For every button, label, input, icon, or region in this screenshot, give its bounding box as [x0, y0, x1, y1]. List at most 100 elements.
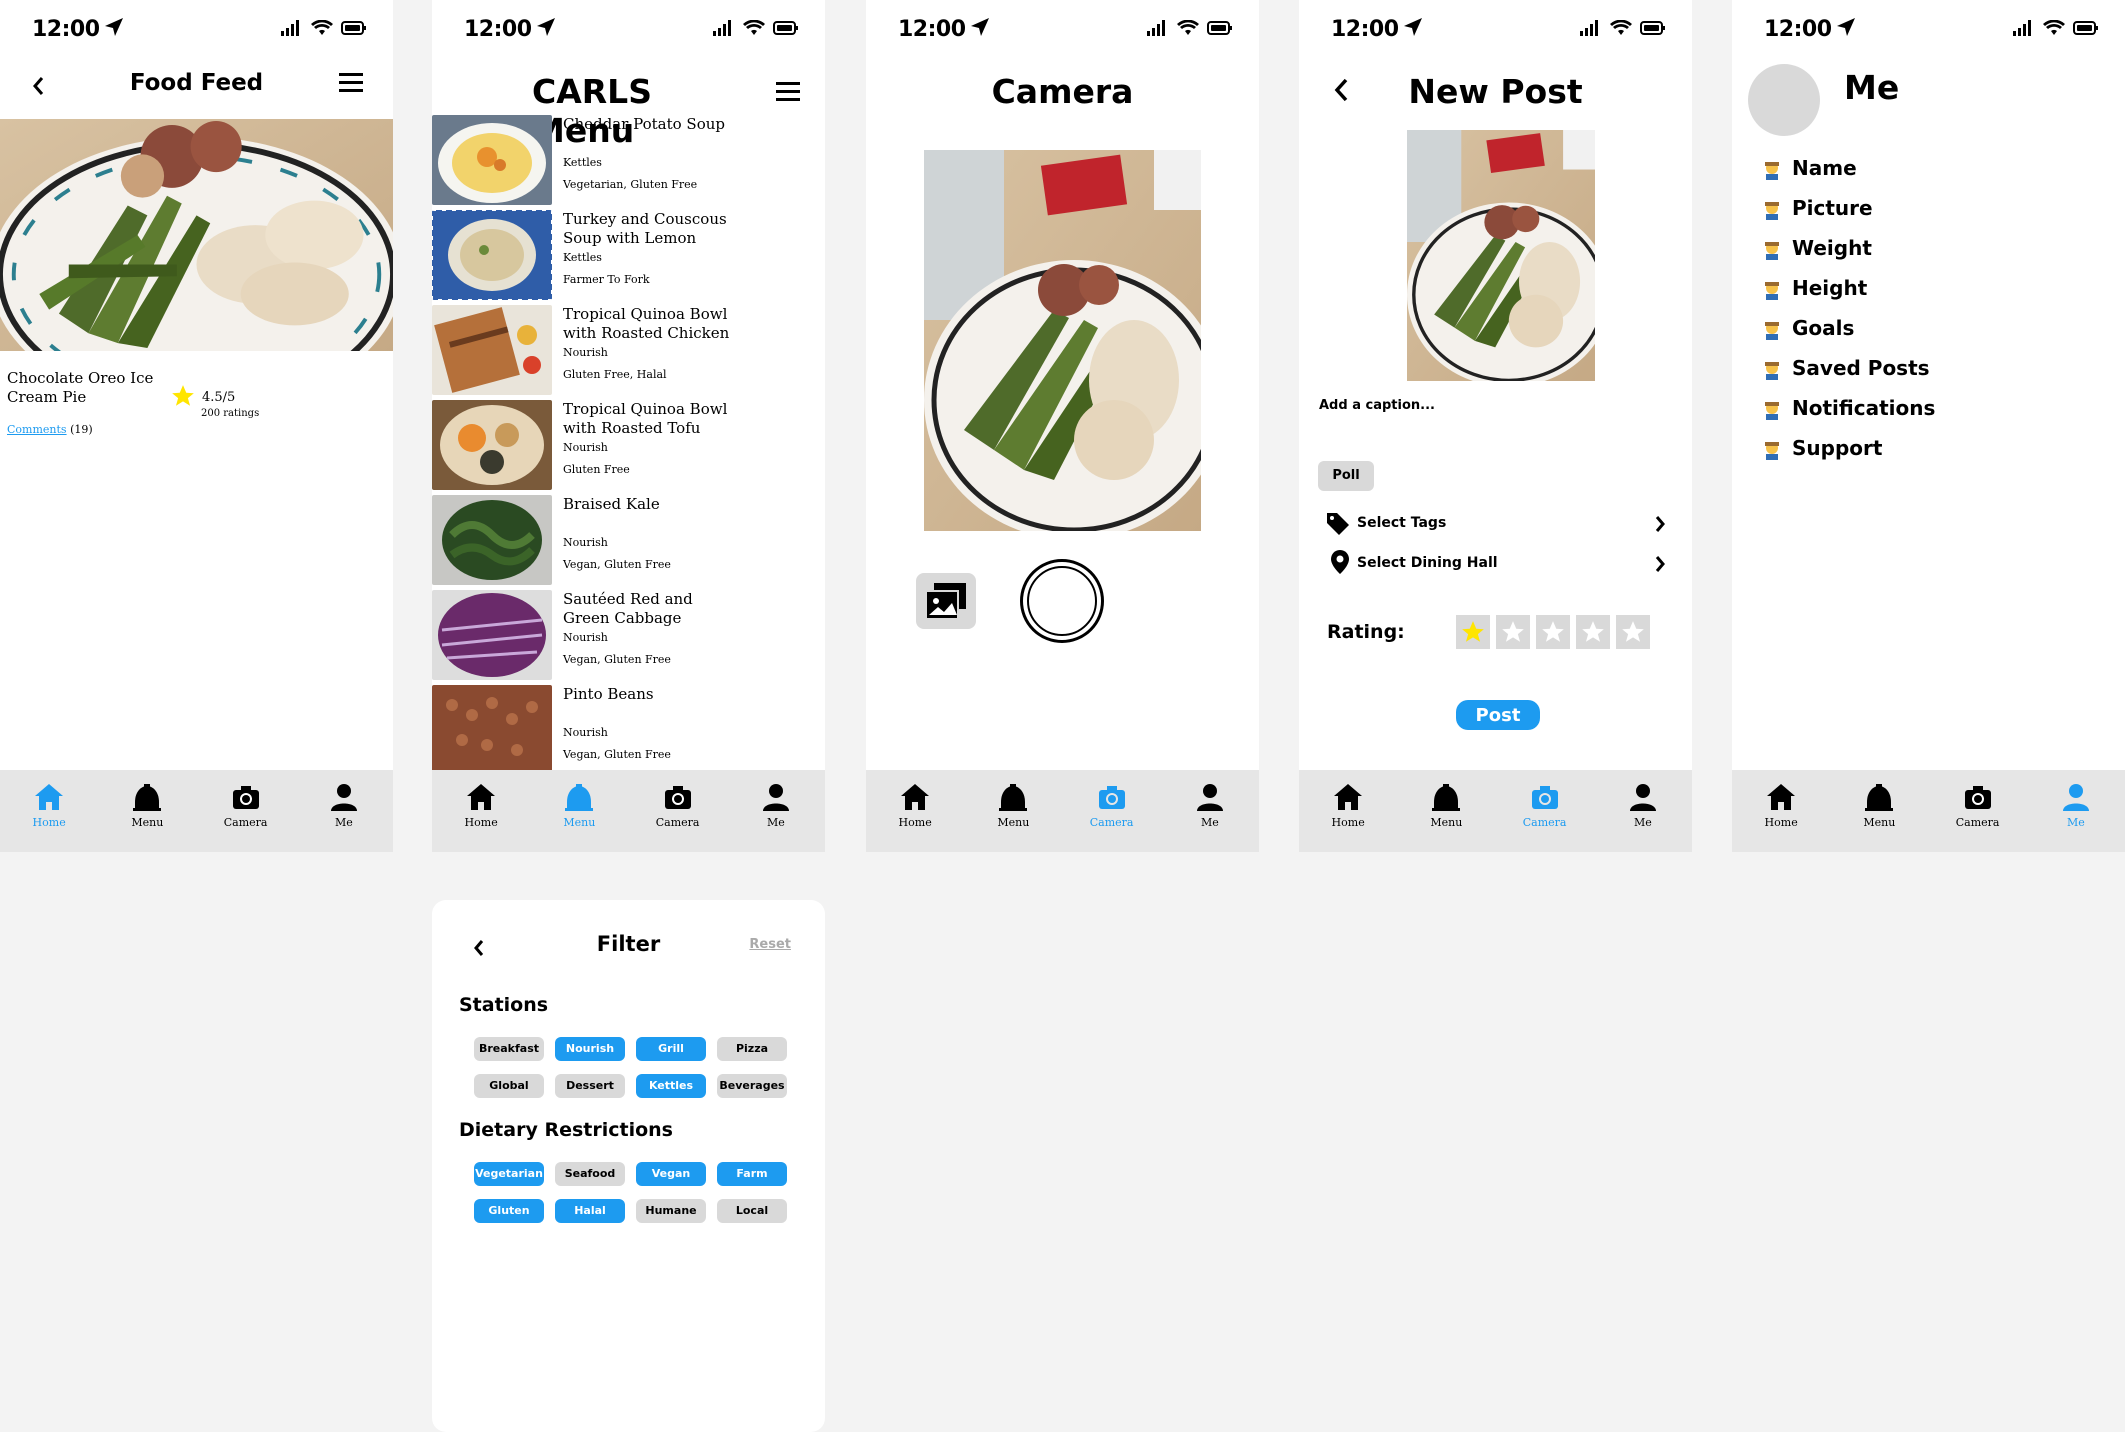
filter-chip[interactable]: Vegetarian	[474, 1162, 544, 1186]
tab-menu[interactable]: Menu	[1839, 782, 1919, 829]
menu-item-station: Nourish	[563, 346, 608, 359]
tab-me[interactable]: Me	[736, 782, 816, 829]
tab-menu[interactable]: Menu	[539, 782, 619, 829]
filter-chip[interactable]: Global	[474, 1074, 544, 1098]
reset-button[interactable]: Reset	[749, 937, 791, 952]
home-icon	[35, 784, 64, 810]
menu-item[interactable]: Braised Kale Nourish Vegan, Gluten Free	[432, 495, 825, 590]
food-thumbnail	[432, 495, 552, 585]
filter-chip[interactable]: Seafood	[555, 1162, 625, 1186]
camera-icon	[1531, 786, 1558, 809]
profile-item[interactable]: Height	[1762, 276, 1867, 306]
filter-chip[interactable]: Local	[717, 1199, 787, 1223]
food-thumbnail	[432, 685, 552, 775]
filter-chip[interactable]: Nourish	[555, 1037, 625, 1061]
tag-icon	[1327, 513, 1349, 535]
filter-chip[interactable]: Kettles	[636, 1074, 706, 1098]
menu-item-diet: Farmer To Fork	[563, 273, 650, 286]
tab-camera[interactable]: Camera	[1505, 782, 1585, 829]
post-title[interactable]: Chocolate Oreo Ice Cream Pie	[7, 369, 157, 407]
status-time: 12:00	[464, 17, 532, 42]
filter-chip[interactable]: Breakfast	[474, 1037, 544, 1061]
menu-item[interactable]: Tropical Quinoa Bowl with Roasted Tofu N…	[432, 400, 825, 495]
tab-camera[interactable]: Camera	[638, 782, 718, 829]
food-post-image[interactable]	[0, 119, 393, 351]
filter-chip[interactable]: Humane	[636, 1199, 706, 1223]
menu-item[interactable]: Turkey and Couscous Soup with Lemon Kett…	[432, 210, 825, 305]
filter-chip[interactable]: Beverages	[717, 1074, 787, 1098]
filter-chip[interactable]: Vegan	[636, 1162, 706, 1186]
profile-item[interactable]: Saved Posts	[1762, 356, 1930, 386]
person-icon	[330, 784, 357, 811]
menu-hamburger-icon[interactable]	[776, 82, 800, 102]
gallery-button[interactable]	[916, 573, 976, 629]
tab-label: Menu	[1863, 816, 1896, 829]
tab-me[interactable]: Me	[2036, 782, 2116, 829]
shutter-button[interactable]	[1020, 559, 1104, 643]
profile-item[interactable]: Picture	[1762, 196, 1873, 226]
menu-item[interactable]: Tropical Quinoa Bowl with Roasted Chicke…	[432, 305, 825, 400]
profile-item[interactable]: Support	[1762, 436, 1882, 466]
tab-camera[interactable]: Camera	[1938, 782, 2018, 829]
filter-chip[interactable]: Pizza	[717, 1037, 787, 1061]
profile-item-label: Saved Posts	[1792, 356, 1930, 380]
tab-home[interactable]: Home	[875, 782, 955, 829]
filter-chip[interactable]: Gluten	[474, 1199, 544, 1223]
profile-item-label: Picture	[1792, 196, 1873, 220]
menu-item[interactable]: Pinto Beans Nourish Vegan, Gluten Free	[432, 685, 825, 780]
profile-item[interactable]: Goals	[1762, 316, 1854, 346]
comments-link[interactable]: Comments (19)	[7, 423, 93, 436]
profile-item-label: Name	[1792, 156, 1857, 180]
tab-me[interactable]: Me	[304, 782, 384, 829]
filter-chip[interactable]: Halal	[555, 1199, 625, 1223]
tab-menu[interactable]: Menu	[107, 782, 187, 829]
profile-item[interactable]: Name	[1762, 156, 1857, 186]
gallery-icon	[925, 583, 966, 620]
battery-icon	[1207, 21, 1232, 35]
menu-item-station: Kettles	[563, 156, 602, 169]
profile-item[interactable]: Weight	[1762, 236, 1872, 266]
rating-star-1[interactable]	[1456, 615, 1490, 649]
camera-viewfinder[interactable]	[924, 150, 1201, 531]
menu-hamburger-icon[interactable]	[339, 73, 363, 93]
rating-star-2[interactable]	[1496, 615, 1530, 649]
tab-home[interactable]: Home	[9, 782, 89, 829]
avatar[interactable]	[1748, 64, 1820, 136]
tab-camera[interactable]: Camera	[206, 782, 286, 829]
tab-home[interactable]: Home	[1741, 782, 1821, 829]
tab-home[interactable]: Home	[1308, 782, 1388, 829]
tab-me[interactable]: Me	[1603, 782, 1683, 829]
profile-item-label: Height	[1792, 276, 1868, 300]
rating-star-3[interactable]	[1536, 615, 1570, 649]
filter-chip[interactable]: Grill	[636, 1037, 706, 1061]
user-emoji-icon	[1765, 161, 1779, 180]
tab-camera[interactable]: Camera	[1072, 782, 1152, 829]
tab-home[interactable]: Home	[441, 782, 521, 829]
tab-menu[interactable]: Menu	[1406, 782, 1486, 829]
poll-button[interactable]: Poll	[1318, 461, 1374, 491]
tab-label: Camera	[1089, 816, 1134, 829]
profile-screen: 12:00 Me Name Picture Weight Height Goals Sav…	[1732, 0, 2125, 852]
menu-item-name: Cheddar Potato Soup	[563, 115, 725, 133]
tab-label: Me	[2066, 816, 2085, 829]
camera-screen: 12:00 Camera Home Menu Camera Me	[866, 0, 1259, 852]
filter-chip[interactable]: Dessert	[555, 1074, 625, 1098]
select-tags-row[interactable]: Select Tags	[1321, 509, 1666, 539]
location-arrow-icon	[1837, 18, 1855, 36]
rating-star-4[interactable]	[1576, 615, 1610, 649]
wifi-icon	[1177, 20, 1199, 35]
filter-chip[interactable]: Farm	[717, 1162, 787, 1186]
user-emoji-icon	[1765, 441, 1779, 460]
tab-me[interactable]: Me	[1170, 782, 1250, 829]
caption-input[interactable]: Add a caption...	[1319, 398, 1435, 413]
tab-label: Camera	[1955, 816, 2000, 829]
profile-item[interactable]: Notifications	[1762, 396, 1935, 426]
menu-item[interactable]: Sautéed Red and Green Cabbage Nourish Ve…	[432, 590, 825, 685]
tab-menu[interactable]: Menu	[973, 782, 1053, 829]
post-button[interactable]: Post	[1456, 700, 1540, 730]
select-dining-hall-row[interactable]: Select Dining Hall	[1321, 549, 1666, 579]
menu-item[interactable]: Cheddar Potato Soup Kettles Vegetarian, …	[432, 115, 825, 210]
page-title: Me	[1844, 68, 1900, 107]
rating-star-5[interactable]	[1616, 615, 1650, 649]
comments-label[interactable]: Comments	[7, 423, 67, 436]
